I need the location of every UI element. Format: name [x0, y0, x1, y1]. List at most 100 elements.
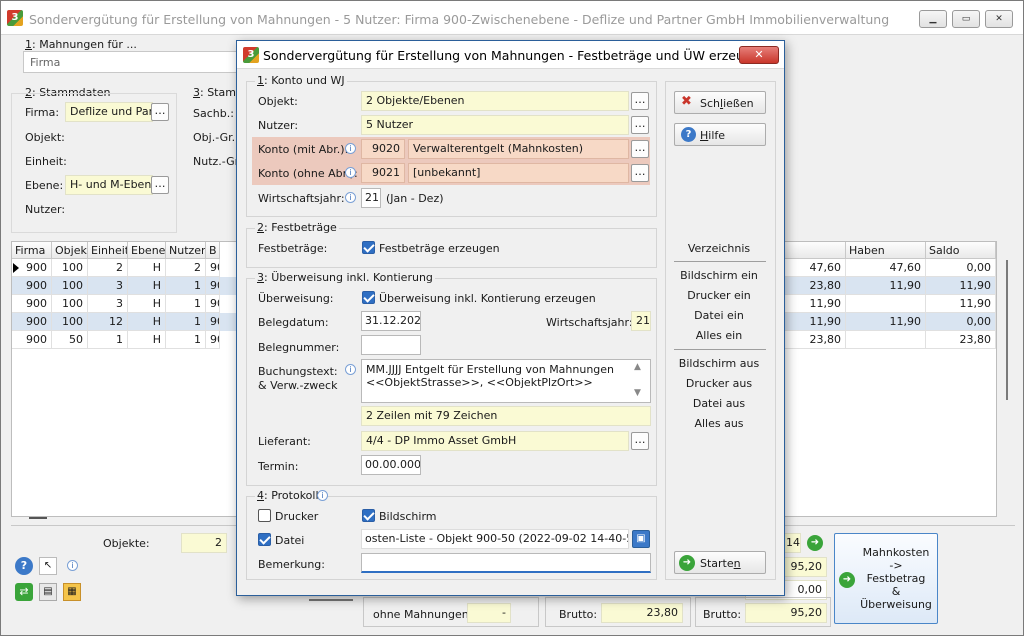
grid-layout-icon[interactable]: ▦: [63, 583, 81, 601]
info-icon[interactable]: i: [67, 560, 78, 571]
table-cell[interactable]: [846, 331, 926, 349]
table-cell[interactable]: 11,90: [784, 295, 846, 313]
table-cell[interactable]: 2: [166, 259, 206, 277]
table-cell[interactable]: H: [128, 295, 166, 313]
grid-header-cell[interactable]: B: [206, 242, 220, 259]
table-cell[interactable]: 100: [52, 277, 88, 295]
table-cell[interactable]: 3: [88, 277, 128, 295]
bildschirm-checkbox[interactable]: [362, 509, 375, 522]
table-cell[interactable]: 90: [206, 313, 220, 331]
table-cell[interactable]: H: [128, 331, 166, 349]
konto-mit-number-field[interactable]: 9020: [361, 139, 405, 159]
drucker-aus-link[interactable]: Drucker aus: [675, 377, 763, 390]
table-cell[interactable]: 1: [166, 313, 206, 331]
table-cell[interactable]: 11,90: [926, 277, 996, 295]
go-arrow-icon[interactable]: ➜: [807, 535, 823, 551]
alles-ein-link[interactable]: Alles ein: [675, 329, 763, 342]
dlg-nutzer-field[interactable]: 5 Nutzer: [361, 115, 629, 135]
firma-field[interactable]: Deflize und Partr: [65, 102, 153, 122]
festbetraege-checkbox[interactable]: [362, 241, 375, 254]
refresh-icon[interactable]: ⇄: [15, 583, 33, 601]
table-cell[interactable]: 11,90: [846, 277, 926, 295]
termin-field[interactable]: 00.00.0000: [361, 455, 421, 475]
table-cell[interactable]: [846, 295, 926, 313]
firma-lookup-button[interactable]: …: [151, 103, 169, 121]
dlg-objekt-lookup-button[interactable]: …: [631, 92, 649, 110]
ebene-field[interactable]: H- und M-Ebene: [65, 175, 153, 195]
belegnummer-field[interactable]: [361, 335, 421, 355]
save-disk-icon[interactable]: ▣: [632, 530, 650, 548]
table-cell[interactable]: 23,80: [784, 331, 846, 349]
buchungstext-textarea[interactable]: MM.JJJJ Entgelt für Erstellung von Mahnu…: [361, 359, 651, 403]
minimize-button[interactable]: ▁: [919, 10, 947, 28]
grid-header-cell[interactable]: Saldo: [926, 242, 996, 259]
hilfe-button[interactable]: ? Hilfe: [674, 123, 766, 146]
table-cell[interactable]: 90: [206, 259, 220, 277]
table-cell[interactable]: 100: [52, 295, 88, 313]
dlg-objekt-field[interactable]: 2 Objekte/Ebenen: [361, 91, 629, 111]
schliessen-button[interactable]: ✖ Schließen: [674, 91, 766, 114]
mahnungen-fuer-select[interactable]: Firma: [23, 51, 243, 73]
verzeichnis-link[interactable]: Verzeichnis: [675, 242, 763, 255]
table-cell[interactable]: 12: [88, 313, 128, 331]
table-cell[interactable]: 3: [88, 295, 128, 313]
ebene-lookup-button[interactable]: …: [151, 176, 169, 194]
table-cell[interactable]: 100: [52, 313, 88, 331]
table-cell[interactable]: 23,80: [926, 331, 996, 349]
table-cell[interactable]: 11,90: [784, 313, 846, 331]
datei-path-field[interactable]: osten-Liste - Objekt 900-50 (2022-09-02 …: [361, 529, 629, 549]
grid-header-cell[interactable]: Firma: [12, 242, 52, 259]
konto-ohne-number-field[interactable]: 9021: [361, 163, 405, 183]
table-cell[interactable]: 11,90: [926, 295, 996, 313]
maximize-button[interactable]: ▭: [952, 10, 980, 28]
lieferant-field[interactable]: 4/4 - DP Immo Asset GmbH: [361, 431, 629, 451]
mahnkosten-festbetrag-button[interactable]: ➜ Mahnkosten -> Festbetrag & Überweisung: [834, 533, 938, 624]
bildschirm-aus-link[interactable]: Bildschirm aus: [675, 357, 763, 370]
table-cell[interactable]: 1: [166, 295, 206, 313]
konto-mit-lookup-button[interactable]: …: [631, 140, 649, 158]
table-cell[interactable]: 1: [88, 331, 128, 349]
grid-header-cell[interactable]: [784, 242, 846, 259]
table-cell[interactable]: 23,80: [784, 277, 846, 295]
table-cell[interactable]: 50: [52, 331, 88, 349]
table-cell[interactable]: 900: [12, 331, 52, 349]
scroll-down-icon[interactable]: ▼: [634, 388, 641, 398]
table-cell[interactable]: 1: [166, 277, 206, 295]
table-cell[interactable]: 900: [12, 259, 52, 277]
table-cell[interactable]: 90: [206, 277, 220, 295]
grid-header-cell[interactable]: Haben: [846, 242, 926, 259]
splitter-handle[interactable]: [29, 517, 47, 519]
scroll-up-icon[interactable]: ▲: [634, 362, 641, 372]
konto-ohne-info-icon[interactable]: i: [345, 167, 356, 178]
help-icon[interactable]: ?: [15, 557, 33, 575]
table-cell[interactable]: 0,00: [926, 313, 996, 331]
table-cell[interactable]: 47,60: [846, 259, 926, 277]
starten-button[interactable]: ➜ Starten: [674, 551, 766, 574]
grid-scrollbar[interactable]: [1006, 260, 1008, 400]
datei-checkbox[interactable]: [258, 533, 271, 546]
dialog-close-button[interactable]: ✕: [739, 46, 779, 64]
table-cell[interactable]: H: [128, 313, 166, 331]
drucker-ein-link[interactable]: Drucker ein: [675, 289, 763, 302]
bildschirm-ein-link[interactable]: Bildschirm ein: [675, 269, 763, 282]
grid-header-cell[interactable]: Nutzer: [166, 242, 206, 259]
table-cell[interactable]: 900: [12, 295, 52, 313]
pointer-icon[interactable]: ↖: [39, 557, 57, 575]
close-button[interactable]: ✕: [985, 10, 1013, 28]
wj-info-icon[interactable]: i: [345, 192, 356, 203]
lieferant-lookup-button[interactable]: …: [631, 432, 649, 450]
table-cell[interactable]: H: [128, 277, 166, 295]
drucker-checkbox[interactable]: [258, 509, 271, 522]
table-cell[interactable]: 900: [12, 313, 52, 331]
ueberweisung-checkbox[interactable]: [362, 291, 375, 304]
wj-field[interactable]: 21: [361, 188, 381, 208]
grid-header-cell[interactable]: Objekt: [52, 242, 88, 259]
dlg-nutzer-lookup-button[interactable]: …: [631, 116, 649, 134]
table-cell[interactable]: 47,60: [784, 259, 846, 277]
table-cell[interactable]: 11,90: [846, 313, 926, 331]
datei-aus-link[interactable]: Datei aus: [675, 397, 763, 410]
alles-aus-link[interactable]: Alles aus: [675, 417, 763, 430]
buchungstext-info-icon[interactable]: i: [345, 364, 356, 375]
table-cell[interactable]: 2: [88, 259, 128, 277]
datei-ein-link[interactable]: Datei ein: [675, 309, 763, 322]
